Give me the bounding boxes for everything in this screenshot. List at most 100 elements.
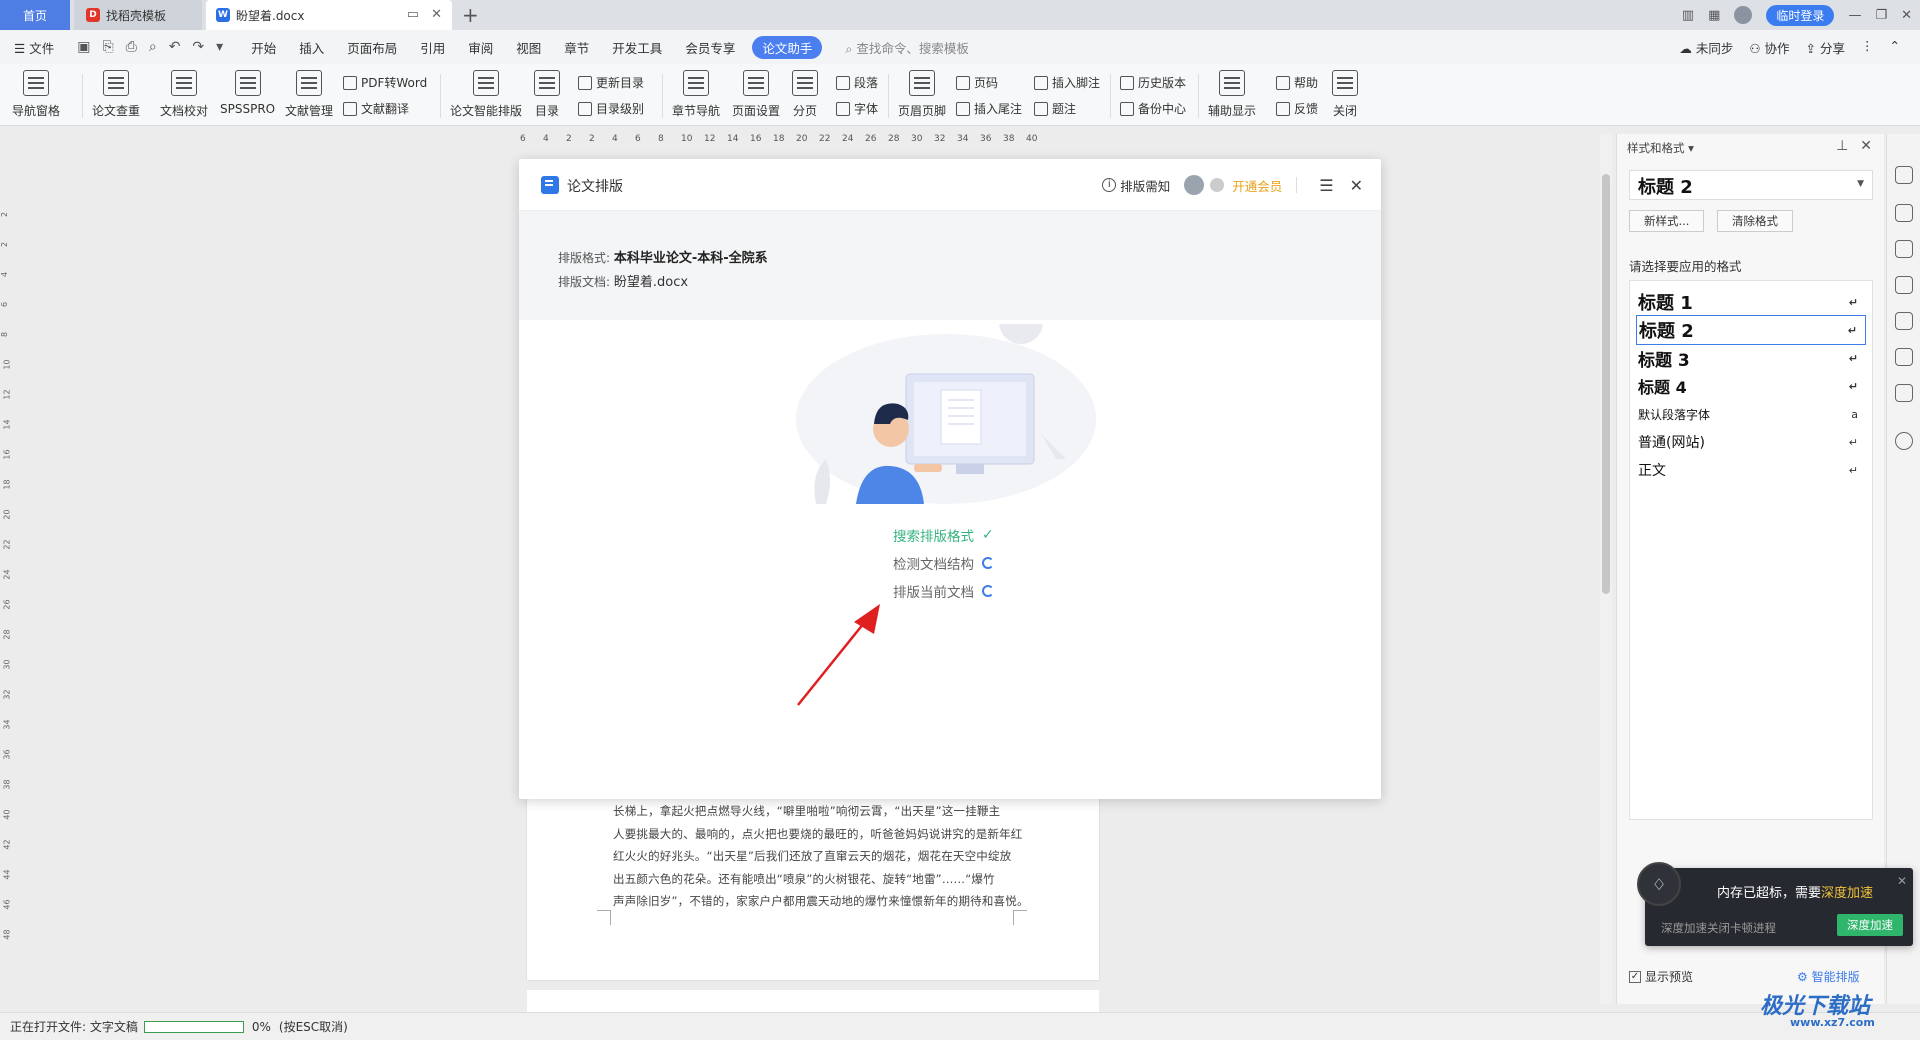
image-icon[interactable] — [1895, 312, 1913, 330]
vertical-scrollbar[interactable] — [1600, 134, 1612, 1004]
header-footer-button[interactable]: 页眉页脚 — [898, 64, 946, 119]
menu-thesis-assistant[interactable]: 论文助手 — [752, 35, 823, 59]
export-icon[interactable]: ⎘ — [102, 39, 113, 55]
close-icon[interactable]: ✕ — [1897, 874, 1907, 888]
restore-icon[interactable]: ❐ — [1875, 8, 1887, 23]
tab-document[interactable]: W 盼望着.docx ▭ ✕ — [206, 0, 452, 30]
close-panel-icon[interactable]: ✕ — [1860, 138, 1872, 154]
menu-reference[interactable]: 引用 — [420, 38, 445, 57]
redo-icon[interactable]: ↷ — [192, 39, 204, 55]
new-tab-button[interactable]: + — [462, 3, 479, 27]
pin-icon[interactable]: ⊥ — [1836, 138, 1848, 154]
monitor-icon[interactable]: ▭ — [407, 7, 419, 22]
more-menu-icon[interactable]: ⋮ — [1861, 38, 1874, 57]
book-icon[interactable] — [1895, 384, 1913, 402]
login-button[interactable]: 临时登录 — [1766, 4, 1835, 26]
document-text[interactable]: 长梯上，拿起火把点燃导火线，“噼里啪啦”响彻云霄，“出天星”这一挂鞭主 人要挑最… — [613, 800, 1028, 913]
collaborate-button[interactable]: ⚇ 协作 — [1749, 38, 1789, 57]
menu-layout[interactable]: 页面布局 — [347, 38, 397, 57]
scrollbar-thumb[interactable] — [1602, 174, 1610, 594]
layout-notice-link[interactable]: 排版需知 — [1120, 176, 1170, 195]
new-style-button[interactable]: 新样式... — [1629, 210, 1705, 232]
panel-title[interactable]: 样式和格式 ▾ — [1627, 140, 1694, 156]
style-item-heading4[interactable]: 标题 4 ↵ — [1636, 371, 1866, 401]
pen-icon[interactable] — [1895, 204, 1913, 222]
font-button[interactable]: 字体 — [836, 100, 878, 117]
avatar[interactable] — [1734, 6, 1753, 24]
style-item-default-font[interactable]: 默认段落字体 a — [1636, 399, 1866, 429]
apps-grid-icon[interactable]: ▦ — [1708, 8, 1720, 23]
target-icon[interactable] — [1895, 348, 1913, 366]
clear-format-button[interactable]: 清除格式 — [1717, 210, 1793, 232]
pdf-to-word-button[interactable]: PDF转Word — [343, 74, 427, 91]
history-button[interactable]: 历史版本 — [1120, 74, 1186, 91]
page-number-button[interactable]: 页码 — [956, 74, 998, 91]
page-setup-button[interactable]: 页面设置 — [732, 64, 780, 119]
doc-proof-button[interactable]: 文档校对 — [160, 64, 208, 119]
chapter-nav-button[interactable]: 章节导航 — [672, 64, 720, 119]
thesis-check-button[interactable]: 论文查重 — [92, 64, 140, 119]
document-page[interactable]: 长梯上，拿起火把点燃导火线，“噼里啪啦”响彻云霄，“出天星”这一挂鞭主 人要挑最… — [527, 780, 1099, 980]
undo-icon[interactable]: ↶ — [169, 39, 181, 55]
ruler-tick-label: 34 — [957, 134, 969, 144]
save-icon[interactable]: ▣ — [77, 39, 90, 55]
share-button[interactable]: ⇪ 分享 — [1806, 38, 1845, 57]
rocket-icon[interactable] — [1895, 166, 1913, 184]
cursor-icon[interactable] — [1895, 240, 1913, 258]
menu-vip[interactable]: 会员专享 — [685, 38, 735, 57]
insert-endnote-button[interactable]: 插入尾注 — [956, 100, 1022, 117]
menu-devtools[interactable]: 开发工具 — [612, 38, 662, 57]
style-item-heading2[interactable]: 标题 2 ↵ — [1636, 315, 1866, 345]
feedback-button[interactable]: 反馈 — [1276, 100, 1318, 117]
layout-icon[interactable]: ▥ — [1682, 8, 1694, 23]
lit-manage-button[interactable]: 文献管理 — [285, 64, 333, 119]
smart-layout-link[interactable]: ⚙ 智能排版 — [1797, 968, 1860, 985]
toc-button[interactable]: 目录 — [534, 64, 560, 119]
caption-button[interactable]: 题注 — [1034, 100, 1076, 117]
lit-translate-button[interactable]: 文献翻译 — [343, 100, 409, 117]
menu-view[interactable]: 视图 — [516, 38, 541, 57]
show-preview-checkbox[interactable]: ✓ 显示预览 — [1629, 968, 1693, 985]
style-item-normal-web[interactable]: 普通(网站) ↵ — [1636, 427, 1866, 457]
close-ribbon-button[interactable]: 关闭 — [1332, 64, 1358, 119]
command-search[interactable]: ⌕ 查找命令、搜索模板 — [845, 38, 969, 57]
style-item-body[interactable]: 正文 ↵ — [1636, 455, 1866, 485]
close-icon[interactable]: ✕ — [1350, 176, 1363, 195]
question-icon[interactable] — [1895, 432, 1913, 450]
menu-icon[interactable]: ☰ — [1319, 176, 1333, 195]
insert-footnote-button[interactable]: 插入脚注 — [1034, 74, 1100, 91]
sliders-icon[interactable] — [1895, 276, 1913, 294]
style-item-heading3[interactable]: 标题 3 ↵ — [1636, 343, 1866, 373]
ruler-tick-label: 32 — [2, 689, 12, 700]
tab-home[interactable]: 首页 — [0, 0, 70, 30]
spsspro-button[interactable]: SPSSPRO — [220, 64, 275, 116]
style-item-heading1[interactable]: 标题 1 ↵ — [1636, 287, 1866, 317]
aux-display-button[interactable]: 辅助显示 — [1208, 64, 1256, 119]
menu-insert[interactable]: 插入 — [299, 38, 324, 57]
update-toc-button[interactable]: 更新目录 — [578, 74, 644, 91]
user-avatar[interactable] — [1184, 175, 1205, 195]
menu-review[interactable]: 审阅 — [468, 38, 493, 57]
more-icon[interactable]: ▾ — [216, 39, 223, 55]
sync-status[interactable]: ☁ 未同步 — [1679, 38, 1733, 57]
paragraph-button[interactable]: 段落 — [836, 74, 878, 91]
close-window-icon[interactable]: ✕ — [1901, 8, 1912, 23]
backup-button[interactable]: 备份中心 — [1120, 100, 1186, 117]
smart-layout-button[interactable]: 论文智能排版 — [450, 64, 522, 119]
help-button[interactable]: 帮助 — [1276, 74, 1318, 91]
section-break-button[interactable]: 分页 — [792, 64, 818, 119]
open-vip-link[interactable]: 开通会员 — [1232, 176, 1282, 195]
menu-chapter[interactable]: 章节 — [564, 38, 589, 57]
nav-pane-button[interactable]: 导航窗格 — [12, 64, 60, 119]
file-menu[interactable]: ☰ 文件 — [14, 38, 54, 57]
tab-template[interactable]: D 找稻壳模板 — [74, 0, 202, 30]
collapse-ribbon-icon[interactable]: ⌃ — [1890, 38, 1900, 57]
menu-start[interactable]: 开始 — [251, 38, 276, 57]
print-icon[interactable]: ⎙ — [126, 39, 137, 55]
current-style-select[interactable]: 标题 2 ▼ — [1629, 170, 1873, 200]
preview-icon[interactable]: ⌕ — [149, 39, 157, 55]
toc-level-button[interactable]: 目录级别 — [578, 100, 644, 117]
deep-accelerate-button[interactable]: 深度加速 — [1837, 914, 1903, 936]
close-tab-icon[interactable]: ✕ — [431, 7, 442, 22]
minimize-icon[interactable]: — — [1848, 8, 1861, 23]
